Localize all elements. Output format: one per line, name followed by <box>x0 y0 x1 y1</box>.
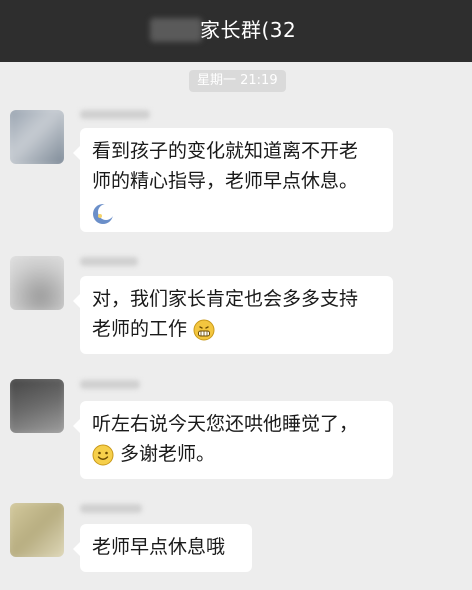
message-text-line: 对，我们家长肯定也会多多支持 <box>92 288 359 310</box>
avatar[interactable] <box>10 110 64 164</box>
message-text-line: 老师早点休息哦 <box>92 536 226 558</box>
moon-emoji-icon <box>93 203 114 224</box>
message-text-line: 师的精心指导，老师早点休息。 <box>92 170 359 192</box>
message-text-line: 老师的工作 <box>92 318 188 340</box>
message-text-line: 看到孩子的变化就知道离不开老 <box>92 140 359 162</box>
sender-name-blurred <box>80 380 140 389</box>
message-bubble[interactable]: 老师早点休息哦 <box>73 524 252 572</box>
avatar[interactable] <box>10 503 64 557</box>
message-bubble[interactable]: 看到孩子的变化就知道离不开老 师的精心指导，老师早点休息。 <box>73 128 393 232</box>
chat-title-bar: 家长群(32 <box>0 0 472 62</box>
sender-name-blurred <box>80 504 142 513</box>
message-timestamp: 星期一 21:19 <box>189 70 286 92</box>
blurred-class-name <box>150 18 202 42</box>
message-text-line: 多谢老师。 <box>120 443 216 465</box>
avatar[interactable] <box>10 379 64 433</box>
chat-title: 家长群(32 <box>200 18 297 42</box>
smile-emoji-icon <box>92 444 114 465</box>
sender-name-blurred <box>80 257 138 266</box>
avatar[interactable] <box>10 256 64 310</box>
grin-emoji-icon <box>193 319 215 340</box>
message-text-line: 听左右说今天您还哄他睡觉了， <box>92 413 359 435</box>
message-bubble[interactable]: 对，我们家长肯定也会多多支持 老师的工作 <box>73 276 393 354</box>
sender-name-blurred <box>80 110 150 119</box>
message-bubble[interactable]: 听左右说今天您还哄他睡觉了， 多谢老师。 <box>73 401 393 479</box>
